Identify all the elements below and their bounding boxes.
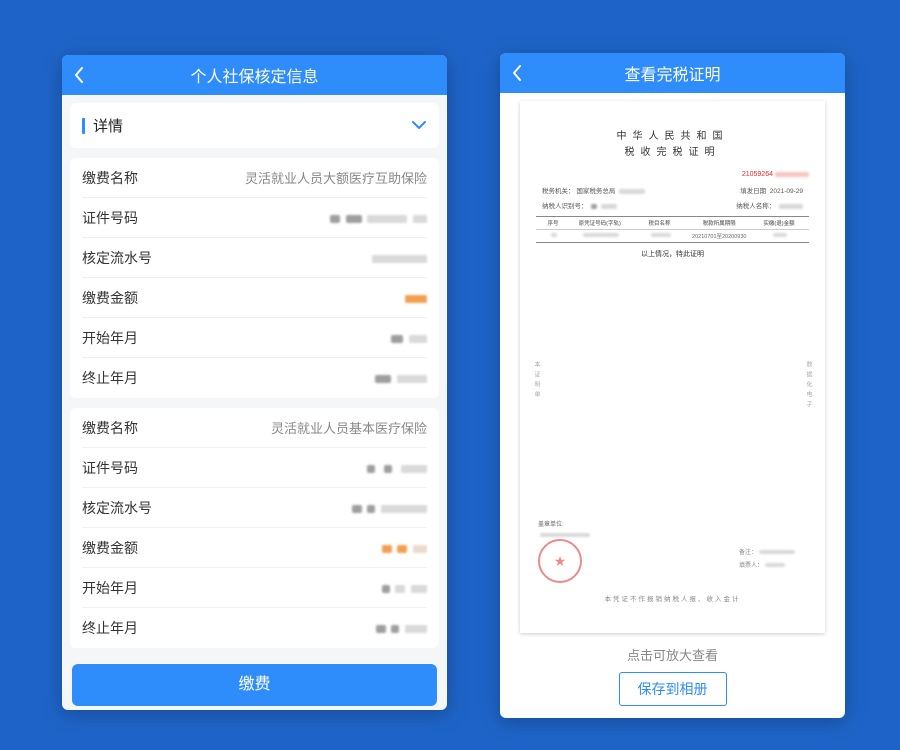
chevron-left-icon xyxy=(512,65,522,81)
th-2: 原凭证号码(字轨) xyxy=(566,219,634,227)
cert-meta-row-2: 纳税人识别号： 纳税人名称： xyxy=(536,198,809,212)
th-5: 实缴(退)金额 xyxy=(753,219,805,227)
value-name-2: 灵活就业人员基本医疗保险 xyxy=(271,418,427,437)
row-serial-1: 核定流水号 xyxy=(82,238,427,278)
row-amount-2: 缴费金额 xyxy=(82,528,427,568)
label-serial-1: 核定流水号 xyxy=(82,248,152,268)
cert-table: 序号 原凭证号码(字轨) 税目名称 税款所属期限 实缴(退)金额 2021070… xyxy=(536,216,809,243)
card-2: 缴费名称 灵活就业人员基本医疗保险 证件号码 核定流水号 xyxy=(70,408,439,648)
row-name-1: 缴费名称 灵活就业人员大额医疗互助保险 xyxy=(82,158,427,198)
row-id-1: 证件号码 xyxy=(82,198,427,238)
label-name-2: 缴费名称 xyxy=(82,418,138,438)
label-id-2: 证件号码 xyxy=(82,458,138,478)
appbar-title-right: 查看完税证明 xyxy=(624,61,720,85)
card-1: 缴费名称 灵活就业人员大额医疗互助保险 证件号码 核定流水号 缴费金额 xyxy=(70,158,439,398)
back-button-right[interactable] xyxy=(512,53,542,93)
value-id-2 xyxy=(365,460,427,475)
certificate-page[interactable]: 中华人民共和国 税收完税证明 21059264 税务机关： 国家税务总局 填发日… xyxy=(520,101,825,633)
cert-title-1: 中华人民共和国 xyxy=(536,129,809,145)
phone-left: 个人社保核定信息 详情 缴费名称 灵活就业人员大额医疗互助保险 证件号码 xyxy=(62,55,447,710)
appbar-title-left: 个人社保核定信息 xyxy=(190,63,318,87)
pay-button[interactable]: 缴费 xyxy=(72,664,437,706)
right-block-l2: 填票人： xyxy=(739,563,763,569)
details-toggle[interactable]: 详情 xyxy=(70,103,439,148)
phone-right: 查看完税证明 中华人民共和国 税收完税证明 21059264 税务机关： 国家税… xyxy=(500,53,845,718)
td-1 xyxy=(540,232,566,240)
value-start-1 xyxy=(389,330,427,345)
label-amount-1: 缴费金额 xyxy=(82,288,138,308)
cert-footer-line: 本凭证不作报销纳税人报、收入金计 xyxy=(520,593,825,603)
row-end-1: 终止年月 xyxy=(82,358,427,398)
official-seal-icon: ★ xyxy=(538,539,582,583)
meta-l1-left-value: 国家税务总局 xyxy=(576,188,615,195)
cert-doc-number-red: 21059264 xyxy=(742,171,773,178)
row-start-1: 开始年月 xyxy=(82,318,427,358)
value-end-2 xyxy=(374,621,427,636)
th-3: 税目名称 xyxy=(634,219,686,227)
back-button-left[interactable] xyxy=(74,55,104,95)
value-id-1 xyxy=(328,210,427,225)
meta-l1-right-value: 2021-09-29 xyxy=(770,188,803,195)
value-end-1 xyxy=(373,371,427,386)
cert-statement: 以上情况，特此证明 xyxy=(536,249,809,259)
left-content: 详情 缴费名称 灵活就业人员大额医疗互助保险 证件号码 xyxy=(62,95,447,710)
certificate-area: 中华人民共和国 税收完税证明 21059264 税务机关： 国家税务总局 填发日… xyxy=(500,93,845,718)
label-start-2: 开始年月 xyxy=(82,578,138,598)
seal-label: 盖章单位: xyxy=(538,519,590,528)
cert-doc-number: 21059264 xyxy=(742,171,809,178)
label-name-1: 缴费名称 xyxy=(82,168,138,188)
cert-meta-row-1: 税务机关： 国家税务总局 填发日期 2021-09-29 xyxy=(536,183,809,197)
row-end-2: 终止年月 xyxy=(82,608,427,648)
label-id-1: 证件号码 xyxy=(82,208,138,228)
cert-side-right: 数据化电子 xyxy=(804,361,813,411)
label-serial-2: 核定流水号 xyxy=(82,498,152,518)
meta-l1-right-label: 填发日期 xyxy=(740,188,766,195)
label-amount-2: 缴费金额 xyxy=(82,538,138,558)
right-block-l1: 备注： xyxy=(739,550,757,556)
value-amount-1 xyxy=(403,290,427,305)
th-4: 税款所属期限 xyxy=(685,219,753,227)
seal-area: 盖章单位: ★ xyxy=(538,519,590,583)
value-serial-2 xyxy=(350,500,427,515)
th-1: 序号 xyxy=(540,219,566,227)
value-serial-1 xyxy=(370,250,427,265)
row-amount-1: 缴费金额 xyxy=(82,278,427,318)
chevron-down-icon xyxy=(411,117,427,135)
row-serial-2: 核定流水号 xyxy=(82,488,427,528)
label-end-1: 终止年月 xyxy=(82,368,138,388)
label-start-1: 开始年月 xyxy=(82,328,138,348)
meta-l1-left-label: 税务机关： xyxy=(542,188,575,195)
row-start-2: 开始年月 xyxy=(82,568,427,608)
meta-l2-left-label: 纳税人识别号： xyxy=(542,203,588,210)
appbar-left: 个人社保核定信息 xyxy=(62,55,447,95)
meta-l2-right-label: 纳税人名称： xyxy=(736,203,775,210)
details-title: 详情 xyxy=(93,115,123,136)
value-amount-2 xyxy=(380,540,427,555)
td-2 xyxy=(566,232,634,240)
value-name-1: 灵活就业人员大额医疗互助保险 xyxy=(245,168,427,187)
zoom-hint: 点击可放大查看 xyxy=(627,645,718,664)
chevron-left-icon xyxy=(74,67,84,83)
cert-title-2: 税收完税证明 xyxy=(536,145,809,161)
row-id-2: 证件号码 xyxy=(82,448,427,488)
td-4: 20210701至20200930 xyxy=(685,232,753,240)
accent-marker xyxy=(82,118,85,134)
row-name-2: 缴费名称 灵活就业人员基本医疗保险 xyxy=(82,408,427,448)
appbar-right: 查看完税证明 xyxy=(500,53,845,93)
td-3 xyxy=(634,232,686,240)
cert-side-left: 本证明单 xyxy=(532,361,541,401)
value-start-2 xyxy=(380,580,427,595)
save-to-album-button[interactable]: 保存到相册 xyxy=(619,672,727,706)
td-5 xyxy=(753,232,805,240)
label-end-2: 终止年月 xyxy=(82,618,138,638)
cert-right-block: 备注： 填票人： xyxy=(739,547,795,573)
